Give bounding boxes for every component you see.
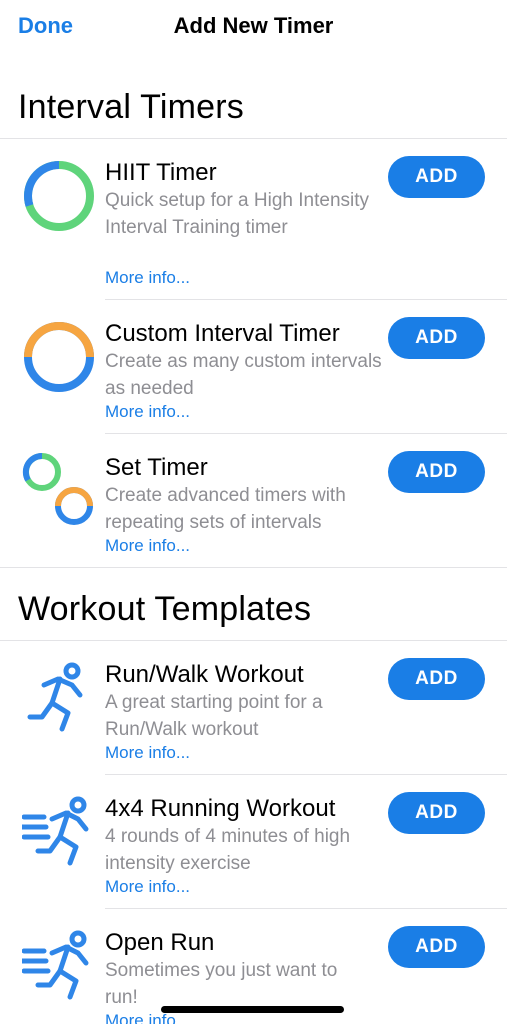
item-title: Set Timer	[105, 454, 208, 481]
item-description: Create as many custom intervals as neede…	[105, 351, 382, 399]
list-item-4x4-running-workout[interactable]: 4x4 Running Workout 4 rounds of 4 minute…	[0, 775, 507, 908]
list-item-set-timer[interactable]: Set Timer Create advanced timers with re…	[0, 434, 507, 567]
hiit-ring-icon	[24, 161, 94, 231]
item-description: 4 rounds of 4 minutes of high intensity …	[105, 826, 351, 874]
navigation-bar: Done Add New Timer	[0, 0, 507, 56]
item-title: 4x4 Running Workout	[105, 795, 336, 822]
section-header-interval-timers: Interval Timers	[18, 88, 244, 126]
fast-runner-icon	[22, 930, 89, 1000]
add-4x4-running-workout-button[interactable]: ADD	[388, 792, 485, 834]
section-divider	[0, 567, 507, 568]
add-hiit-timer-button[interactable]: ADD	[388, 156, 485, 198]
item-title: Custom Interval Timer	[105, 320, 340, 347]
more-info-link[interactable]: More info...	[105, 743, 190, 763]
more-info-link[interactable]: More info...	[105, 877, 190, 897]
item-description: Quick setup for a High Intensity Interva…	[105, 190, 370, 238]
item-title: HIIT Timer	[105, 159, 217, 186]
list-item-run-walk-workout[interactable]: Run/Walk Workout A great starting point …	[0, 641, 507, 774]
item-title: Run/Walk Workout	[105, 661, 304, 688]
home-indicator[interactable]	[161, 1006, 344, 1013]
fast-runner-icon	[22, 796, 89, 866]
add-custom-interval-timer-button[interactable]: ADD	[388, 317, 485, 359]
add-new-timer-screen: Done Add New Timer Interval Timers HIIT …	[0, 0, 507, 1024]
more-info-link[interactable]: More info...	[105, 402, 190, 422]
set-timer-rings-icon	[22, 452, 93, 525]
section-header-workout-templates: Workout Templates	[18, 590, 312, 628]
custom-interval-ring-icon	[24, 322, 94, 392]
item-title: Open Run	[105, 929, 215, 956]
add-open-run-button[interactable]: ADD	[388, 926, 485, 968]
item-description: Sometimes you just want to run!	[105, 960, 338, 1008]
list-item-custom-interval-timer[interactable]: Custom Interval Timer Create as many cus…	[0, 300, 507, 433]
more-info-link[interactable]: More info...	[105, 268, 190, 288]
add-run-walk-workout-button[interactable]: ADD	[388, 658, 485, 700]
more-info-link[interactable]: More info...	[105, 536, 190, 556]
add-set-timer-button[interactable]: ADD	[388, 451, 485, 493]
item-description: Create advanced timers with repeating se…	[105, 485, 346, 533]
page-title: Add New Timer	[173, 13, 334, 38]
item-description: A great starting point for a Run/Walk wo…	[105, 692, 323, 740]
runner-icon	[27, 662, 83, 732]
list-item-hiit-timer[interactable]: HIIT Timer Quick setup for a High Intens…	[0, 139, 507, 299]
